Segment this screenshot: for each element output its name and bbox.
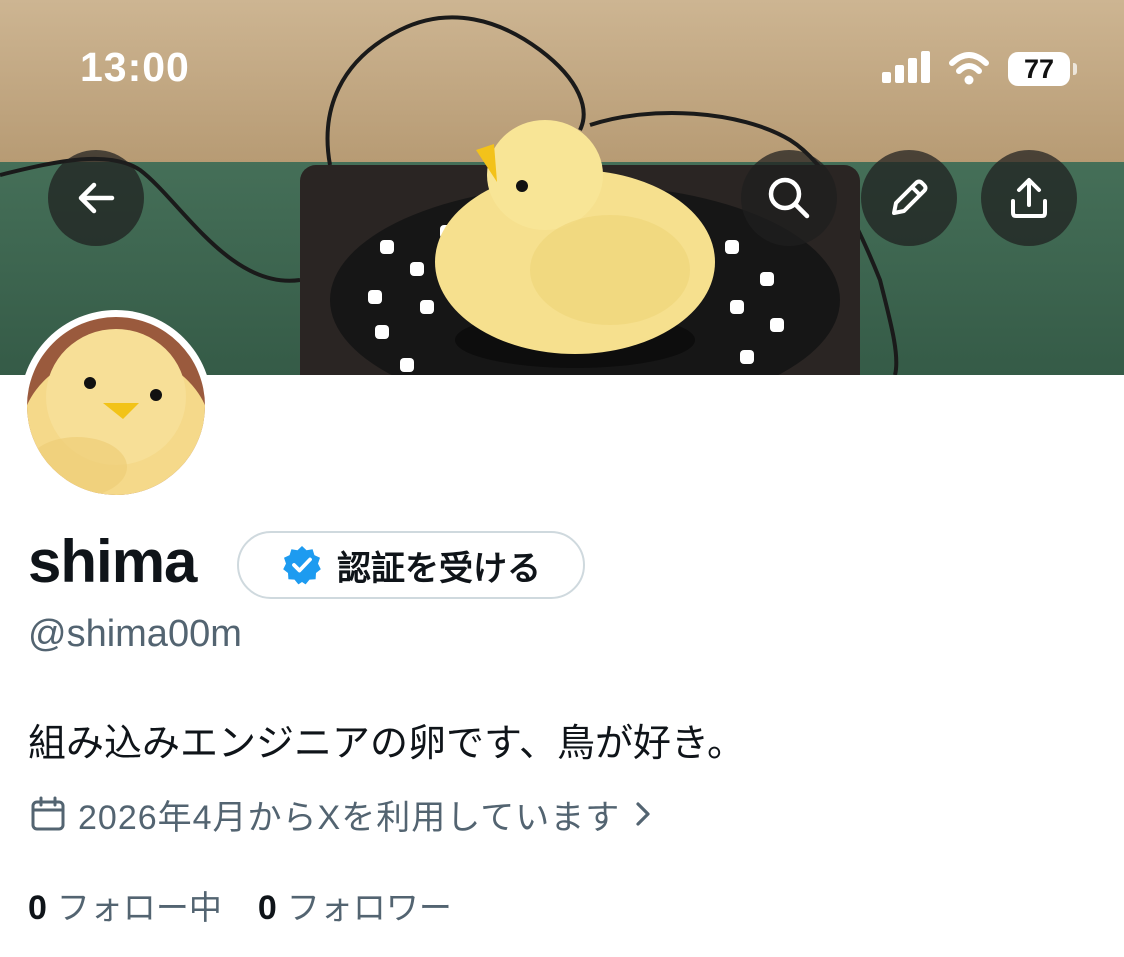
verified-badge-icon — [283, 546, 321, 585]
following-label[interactable]: フォロー中 — [57, 881, 222, 929]
search-icon — [768, 177, 810, 219]
following-count[interactable]: 0 — [28, 889, 47, 928]
status-time: 13:00 — [80, 44, 190, 90]
chevron-right-icon — [636, 802, 650, 826]
share-icon — [1011, 178, 1047, 218]
battery-indicator: 77 — [1008, 52, 1077, 86]
cellular-signal-icon — [882, 51, 930, 83]
followers-count[interactable]: 0 — [258, 889, 277, 928]
search-button[interactable] — [741, 150, 837, 246]
avatar-image — [27, 317, 205, 495]
signal-wifi-icons — [882, 51, 989, 85]
share-button[interactable] — [981, 150, 1077, 246]
display-name: shima — [28, 528, 197, 595]
profile-bio: 組み込みエンジニアの卵です、鳥が好き。 — [28, 723, 746, 765]
wifi-icon — [949, 52, 989, 74]
joined-text: 2026年4月からXを利用しています — [78, 798, 621, 837]
get-verified-button[interactable]: 認証を受ける — [237, 531, 585, 599]
pencil-icon — [892, 179, 928, 215]
calendar-icon — [31, 796, 65, 831]
profile-avatar[interactable] — [20, 310, 212, 502]
user-handle: @shima00m — [28, 613, 242, 655]
joined-date[interactable]: 2026年4月からXを利用しています — [30, 792, 654, 837]
followers-label[interactable]: フォロワー — [287, 881, 452, 929]
back-arrow-icon — [78, 182, 115, 214]
status-icons: 77 — [880, 48, 1080, 90]
follow-stats: 0 フォロー中 0 フォロワー — [28, 881, 488, 929]
back-button[interactable] — [48, 150, 144, 246]
edit-profile-button[interactable] — [861, 150, 957, 246]
get-verified-label: 認証を受ける — [337, 549, 541, 588]
